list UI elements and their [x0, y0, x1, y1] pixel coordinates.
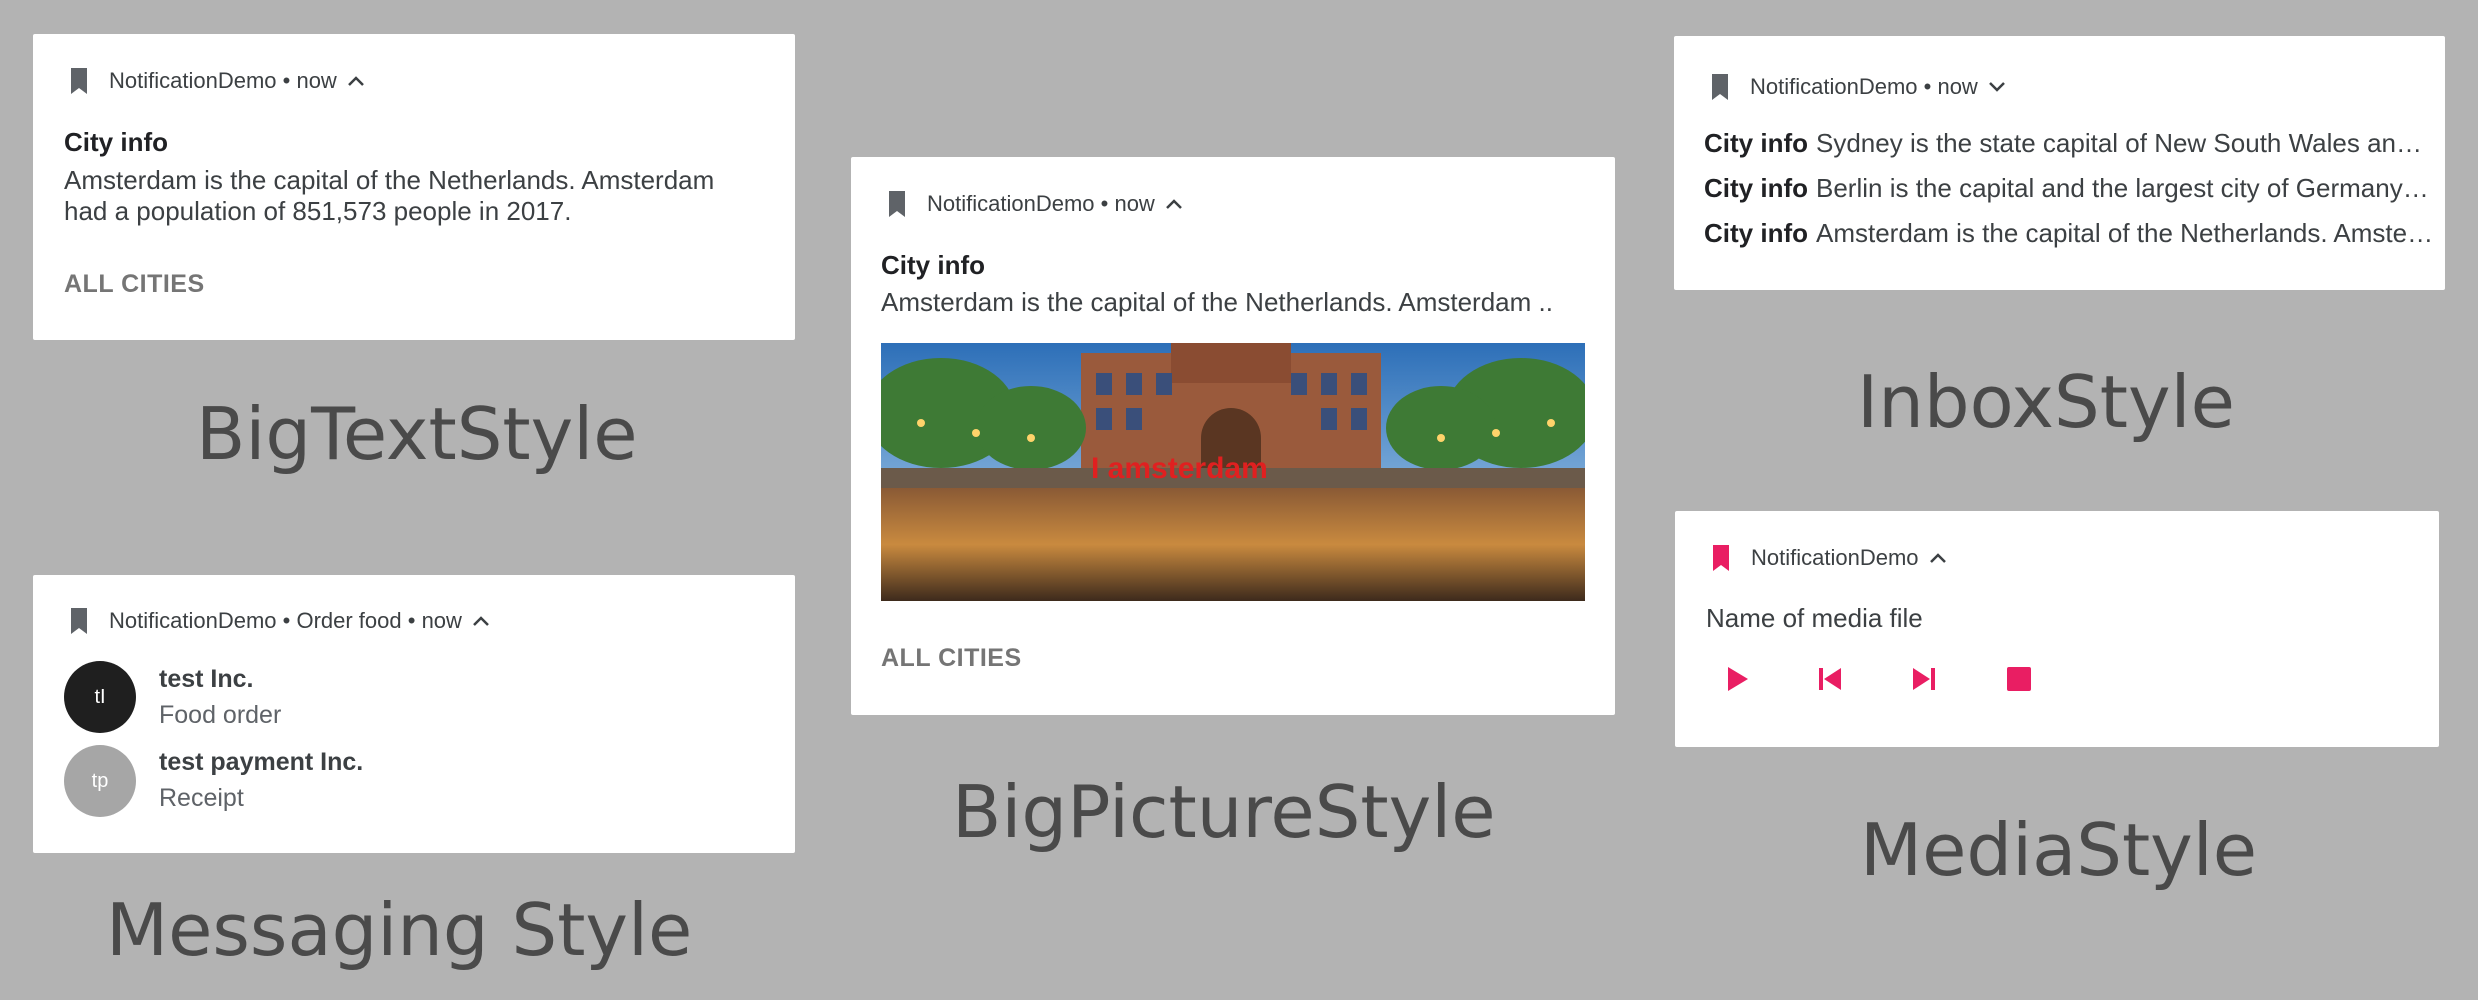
inbox-header: NotificationDemo • now	[1710, 74, 2006, 100]
skip-previous-button[interactable]	[1806, 655, 1854, 703]
inbox-line-title: City info	[1704, 128, 1808, 158]
bigtext-header: NotificationDemo • now	[69, 68, 365, 94]
all-cities-button[interactable]: ALL CITIES	[881, 644, 1022, 673]
stop-button[interactable]	[1995, 655, 2043, 703]
timestamp: now	[421, 608, 462, 633]
media-caption: MediaStyle	[1860, 808, 2258, 892]
notification-title: City info	[64, 127, 168, 157]
app-name: NotificationDemo	[927, 191, 1095, 216]
message-sender: test Inc.	[159, 665, 254, 693]
bookmark-icon	[1713, 545, 1729, 571]
play-icon	[1728, 667, 1748, 691]
inbox-line-title: City info	[1704, 218, 1808, 248]
header-separator: •	[1917, 74, 1938, 99]
inbox-line-title: City info	[1704, 173, 1808, 203]
bookmark-icon	[71, 68, 87, 94]
bigtext-notification[interactable]: NotificationDemo • now City info Amsterd…	[33, 34, 795, 340]
conversation-name: Order food	[296, 608, 402, 633]
media-title: Name of media file	[1706, 603, 1923, 633]
inbox-line-text: Amsterdam is the capital of the Netherla…	[1816, 218, 2434, 248]
bookmark-icon	[71, 608, 87, 634]
avatar: tI	[64, 661, 136, 733]
message-text: Receipt	[159, 784, 244, 812]
inbox-line: City info Sydney is the state capital of …	[1704, 128, 2434, 159]
inbox-line-text: Berlin is the capital and the largest ci…	[1816, 173, 2434, 203]
timestamp: now	[1937, 74, 1978, 99]
notification-title: City info	[881, 250, 985, 280]
inbox-caption: InboxStyle	[1857, 360, 2235, 444]
message-sender: test payment Inc.	[159, 748, 364, 776]
inbox-line-text: Sydney is the state capital of New South…	[1816, 128, 2434, 158]
chevron-up-icon[interactable]	[472, 615, 490, 627]
inbox-notification[interactable]: NotificationDemo • now City info Sydney i…	[1674, 36, 2445, 290]
inbox-line: City info Amsterdam is the capital of the…	[1704, 218, 2434, 249]
avatar: tp	[64, 745, 136, 817]
i-amsterdam-sign: I amsterdam	[1091, 452, 1268, 485]
header-separator: •	[401, 608, 422, 633]
header-separator: •	[276, 68, 297, 93]
app-name: NotificationDemo	[1751, 545, 1919, 570]
message-text: Food order	[159, 701, 282, 729]
bookmark-icon	[889, 191, 905, 217]
messaging-notification[interactable]: NotificationDemo • Order food • now tI t…	[33, 575, 795, 853]
messaging-header: NotificationDemo • Order food • now	[69, 608, 490, 634]
chevron-up-icon[interactable]	[1929, 552, 1947, 564]
skip-next-button[interactable]	[1900, 655, 1948, 703]
skip-previous-icon	[1819, 668, 1841, 690]
bookmark-icon	[1712, 74, 1728, 100]
all-cities-button[interactable]: ALL CITIES	[64, 270, 205, 299]
chevron-up-icon[interactable]	[347, 75, 365, 87]
bigpicture-header: NotificationDemo • now	[887, 191, 1183, 217]
timestamp: now	[296, 68, 337, 93]
app-name: NotificationDemo	[1750, 74, 1918, 99]
header-separator: •	[1094, 191, 1115, 216]
notification-big-text: Amsterdam is the capital of the Netherla…	[64, 165, 715, 226]
timestamp: now	[1114, 191, 1155, 216]
notification-text: Amsterdam is the capital of the Netherla…	[881, 287, 1553, 317]
media-header: NotificationDemo	[1711, 545, 1947, 571]
play-button[interactable]	[1713, 655, 1761, 703]
inbox-line: City info Berlin is the capital and the l…	[1704, 173, 2434, 204]
app-name: NotificationDemo	[109, 68, 277, 93]
skip-next-icon	[1913, 668, 1935, 690]
messaging-caption: Messaging Style	[106, 888, 693, 972]
chevron-down-icon[interactable]	[1988, 81, 2006, 93]
bigtext-caption: BigTextStyle	[196, 392, 638, 476]
chevron-up-icon[interactable]	[1165, 198, 1183, 210]
bigpicture-notification[interactable]: NotificationDemo • now City info Amsterd…	[851, 157, 1615, 715]
header-separator: •	[276, 608, 297, 633]
media-notification[interactable]: NotificationDemo Name of media file	[1675, 511, 2439, 747]
bigpicture-caption: BigPictureStyle	[952, 770, 1496, 854]
stop-icon	[2007, 667, 2031, 691]
app-name: NotificationDemo	[109, 608, 277, 633]
amsterdam-picture: I amsterdam	[881, 343, 1585, 601]
